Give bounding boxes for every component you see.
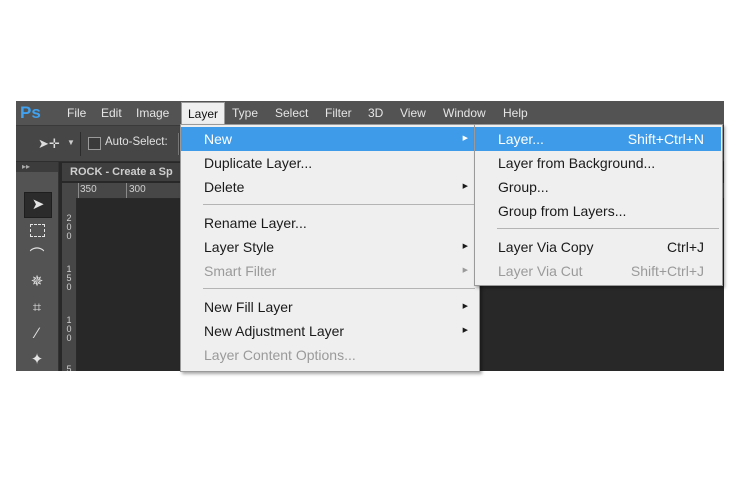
marquee-tool-icon[interactable] [24, 218, 50, 242]
chevron-down-icon[interactable]: ▼ [67, 138, 75, 147]
submenu-arrow-icon: ▶ [462, 267, 468, 274]
submenu-arrow-icon: ▶ [462, 243, 468, 250]
submenu-arrow-icon: ▶ [462, 135, 468, 142]
menu-item-group[interactable]: Group... [475, 175, 721, 199]
menu-item-new-layer[interactable]: Layer... Shift+Ctrl+N [475, 127, 721, 151]
menu-item-layer-content-options: Layer Content Options... [181, 343, 478, 367]
ruler-label: 0 [66, 282, 72, 292]
menu-item-layer-via-copy[interactable]: Layer Via Copy Ctrl+J [475, 235, 721, 259]
menu-image[interactable]: Image [136, 101, 169, 125]
document-tab[interactable]: ROCK - Create a Sp [62, 163, 192, 181]
ruler-label: 0 [66, 231, 72, 241]
menu-item-duplicate-layer[interactable]: Duplicate Layer... [181, 151, 478, 175]
menu-item-rename-layer[interactable]: Rename Layer... [181, 211, 478, 235]
menu-item-label: Rename Layer... [204, 215, 307, 231]
divider [80, 132, 81, 156]
menu-select[interactable]: Select [275, 101, 308, 125]
eyedropper-tool-icon[interactable]: ∕ [24, 322, 50, 346]
menu-item-smart-filter: Smart Filter ▶ [181, 259, 478, 283]
menu-item-new[interactable]: New ▶ [181, 127, 478, 151]
auto-select-checkbox[interactable] [88, 137, 101, 150]
menu-item-label: New Adjustment Layer [204, 323, 345, 339]
menu-divider [203, 288, 475, 289]
menu-file[interactable]: File [67, 101, 86, 125]
healing-brush-tool-icon[interactable]: ✦ [24, 348, 50, 371]
collapse-panel-icon[interactable]: ▸▸ [16, 162, 58, 172]
ruler-label: 350 [80, 184, 97, 195]
ruler-label: 0 [66, 333, 72, 343]
menu-item-label: Layer Style [204, 239, 275, 255]
menu-item-delete[interactable]: Delete ▶ [181, 175, 478, 199]
menu-item-new-fill-layer[interactable]: New Fill Layer ▶ [181, 295, 478, 319]
menu-item-label: New [204, 131, 233, 147]
menu-layer[interactable]: Layer [181, 102, 226, 126]
menu-edit[interactable]: Edit [101, 101, 122, 125]
ruler-label: 5 [66, 364, 72, 372]
shortcut-label: Shift+Ctrl+N [627, 131, 704, 147]
tools-panel: ▸▸ ➤ ⌒ ✵ ⌗ ∕ ✦ [16, 162, 59, 371]
menu-item-label: Group from Layers... [498, 203, 627, 219]
menu-item-label: Smart Filter [204, 263, 277, 279]
menu-view[interactable]: View [400, 101, 426, 125]
menu-item-label: New Fill Layer [204, 299, 293, 315]
magic-wand-tool-icon[interactable]: ✵ [24, 270, 50, 294]
menu-type[interactable]: Type [232, 101, 258, 125]
submenu-arrow-icon: ▶ [462, 303, 468, 310]
menu-item-label: Layer Content Options... [204, 347, 356, 363]
menu-item-layer-via-cut: Layer Via Cut Shift+Ctrl+J [475, 259, 721, 283]
shortcut-label: Shift+Ctrl+J [630, 263, 704, 279]
submenu-arrow-icon: ▶ [462, 327, 468, 334]
menu-3d[interactable]: 3D [368, 101, 383, 125]
menu-bar: Ps File Edit Image Layer Type Select Fil… [16, 101, 724, 126]
menu-window[interactable]: Window [443, 101, 486, 125]
menu-item-label: Layer Via Cut [498, 263, 583, 279]
new-submenu-dropdown: Layer... Shift+Ctrl+N Layer from Backgro… [474, 124, 723, 286]
menu-item-label: Layer from Background... [498, 155, 656, 171]
menu-item-layer-from-background[interactable]: Layer from Background... [475, 151, 721, 175]
menu-divider [203, 204, 475, 205]
menu-filter[interactable]: Filter [325, 101, 352, 125]
menu-item-label: Duplicate Layer... [204, 155, 313, 171]
menu-item-label: Layer Via Copy [498, 239, 594, 255]
menu-item-label: Delete [204, 179, 245, 195]
menu-divider [497, 228, 719, 229]
lasso-tool-icon[interactable]: ⌒ [24, 244, 50, 268]
shortcut-label: Ctrl+J [667, 239, 704, 255]
auto-select-label: Auto-Select: [105, 136, 168, 148]
ruler-label: 300 [129, 184, 146, 195]
menu-item-new-adjustment-layer[interactable]: New Adjustment Layer ▶ [181, 319, 478, 343]
app-logo: Ps [20, 103, 41, 122]
layer-menu-dropdown: New ▶ Duplicate Layer... Delete ▶ Rename… [180, 124, 480, 372]
move-tool-icon[interactable]: ➤ [24, 192, 52, 218]
menu-item-label: Group... [498, 179, 549, 195]
menu-help[interactable]: Help [503, 101, 528, 125]
menu-item-layer-style[interactable]: Layer Style ▶ [181, 235, 478, 259]
crop-tool-icon[interactable]: ⌗ [24, 296, 50, 320]
menu-item-label: Layer... [498, 131, 544, 147]
menu-item-group-from-layers[interactable]: Group from Layers... [475, 199, 721, 223]
move-tool-preset-icon[interactable]: ➤✛ [38, 136, 60, 152]
vertical-ruler: 2 0 0 1 5 0 1 0 0 5 [62, 198, 77, 371]
submenu-arrow-icon: ▶ [462, 183, 468, 190]
